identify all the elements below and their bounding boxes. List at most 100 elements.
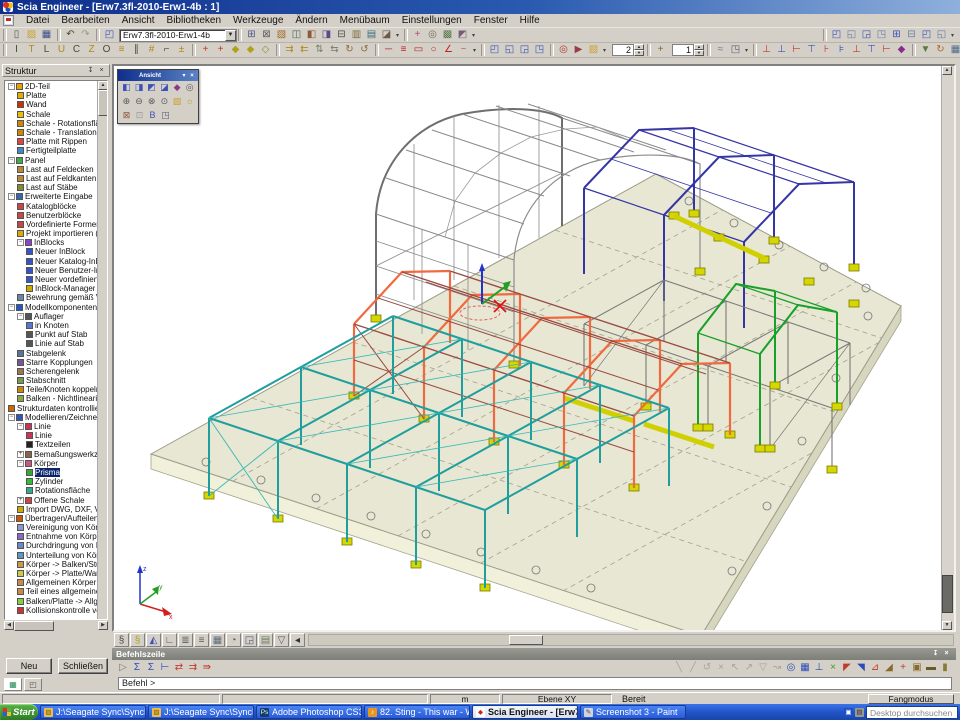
mesh-icon[interactable]: ▦	[948, 43, 960, 57]
wave-icon[interactable]: ↝	[770, 661, 784, 675]
tree-item-unterteilung-von-körp[interactable]: Unterteilung von Körp	[6, 551, 98, 560]
support-wall-icon[interactable]: ⊤	[864, 43, 879, 57]
swap-icon[interactable]: ⇅	[312, 43, 327, 57]
window-layout-4-icon[interactable]: ◳	[874, 28, 889, 42]
tree-item-vordefinierte-formen[interactable]: Vordefinierte Formen	[6, 220, 98, 229]
tree-item-teile-knoten-koppeln[interactable]: Teile/Knoten koppeln	[6, 385, 98, 394]
layer-spinner[interactable]: 1▲▼	[672, 44, 704, 56]
open-icon[interactable]: ▨	[24, 28, 39, 42]
ansicht-toolbar-header[interactable]: Ansicht ▾ ×	[118, 70, 198, 81]
menu-menübaum[interactable]: Menübaum	[334, 14, 396, 27]
tree-item-durchdringung-von-k[interactable]: Durchdringung von K	[6, 541, 98, 550]
tree-expander-icon[interactable]: +	[17, 451, 24, 458]
tree-vertical-scrollbar[interactable]: ▲	[97, 81, 107, 619]
scroll-up-icon[interactable]: ▲	[942, 66, 952, 75]
command-input[interactable]: Befehl >	[118, 677, 952, 690]
menu-bearbeiten[interactable]: Bearbeiten	[55, 14, 115, 27]
section-plane-icon[interactable]: ≣	[178, 633, 193, 647]
paper-space-icon[interactable]: ◫	[289, 28, 304, 42]
snap-grid-icon[interactable]: ▦	[798, 661, 812, 675]
tree-item-entnahme-von-körper[interactable]: Entnahme von Körper	[6, 532, 98, 541]
tree-item-zylinder[interactable]: Zylinder	[6, 477, 98, 486]
line-icon[interactable]: ─	[381, 43, 396, 57]
viewport-vertical-scrollbar[interactable]: ▲ ▼	[941, 66, 954, 630]
close-icon[interactable]: ×	[188, 73, 196, 79]
snap-point-icon[interactable]: ◎	[784, 661, 798, 675]
grid-step-icon[interactable]: +	[653, 43, 668, 57]
support-point-icon[interactable]: ⊢	[879, 43, 894, 57]
viewport-3d-model[interactable]: z x y	[114, 66, 941, 630]
tree-item-stabschnitt[interactable]: Stabschnitt	[6, 376, 98, 385]
task-explorer-1[interactable]: ▨J:\Seagate Sync\SyncRe...	[40, 705, 146, 719]
section-plate-icon[interactable]: ≡	[114, 43, 129, 57]
tree-expander-icon[interactable]: −	[8, 83, 15, 90]
printer-icon[interactable]: ▤	[855, 708, 864, 717]
chevron-down-icon[interactable]: ▼	[225, 30, 236, 41]
tree-item-starre-kopplungen[interactable]: Starre Kopplungen	[6, 358, 98, 367]
copy-icon[interactable]: ◧	[304, 28, 319, 42]
tree-expander-icon[interactable]: +	[17, 497, 24, 504]
toolbar-overflow-icon[interactable]: ▾	[470, 32, 477, 39]
tree-item-punkt-auf-stab[interactable]: Punkt auf Stab	[6, 330, 98, 339]
menu-bibliotheken[interactable]: Bibliotheken	[161, 14, 227, 27]
sum-selection-icon[interactable]: Σ	[130, 661, 144, 675]
menu-fenster[interactable]: Fenster	[468, 14, 514, 27]
tree-item-in-knoten[interactable]: in Knoten	[6, 321, 98, 330]
dock-tab-properties[interactable]: ◰	[24, 678, 42, 691]
menu-werkzeuge[interactable]: Werkzeuge	[227, 14, 289, 27]
zoom-prev-icon[interactable]: ⊙	[158, 96, 171, 108]
menu-ansicht[interactable]: Ansicht	[116, 14, 161, 27]
tri-down-icon[interactable]: ▽	[756, 661, 770, 675]
toolbar-overflow-icon[interactable]: ▾	[394, 32, 401, 39]
tree-item-strukturdaten-kontrollier[interactable]: Strukturdaten kontrollier	[6, 404, 98, 413]
circle-icon[interactable]: ○	[426, 43, 441, 57]
arc-icon[interactable]: ↺	[700, 661, 714, 675]
tree-item-bemaßungswerkzeug[interactable]: +Bemaßungswerkzeug	[6, 450, 98, 459]
task-scia[interactable]: ◆Scia Engineer - [Erw7...	[472, 705, 578, 719]
dir-ne-icon[interactable]: ↗	[742, 661, 756, 675]
tree-item-modellieren-zeichnen[interactable]: −Modellieren/Zeichnen	[6, 413, 98, 422]
support-node-icon[interactable]: ⊤	[804, 43, 819, 57]
tree-expander-icon[interactable]: −	[17, 460, 24, 467]
view-window-4-icon[interactable]: ◳	[532, 43, 547, 57]
tree-expander-icon[interactable]: −	[8, 414, 15, 421]
fly-icon[interactable]: ▶	[571, 43, 586, 57]
viewport-hscroll-thumb[interactable]	[509, 635, 543, 645]
print-icon[interactable]: ⊟	[334, 28, 349, 42]
tree-item-bewehrung-gemäß-vo[interactable]: Bewehrung gemäß Vo	[6, 293, 98, 302]
schliessen-button[interactable]: Schließen	[58, 658, 108, 674]
rotate-back-icon[interactable]: ↺	[357, 43, 372, 57]
section-grid-icon[interactable]: #	[144, 43, 159, 57]
tree-item-projekt-importieren-e[interactable]: Projekt importieren (E	[6, 229, 98, 238]
viewport-scroll-thumb[interactable]	[942, 575, 953, 613]
point-icon[interactable]: ◆	[228, 43, 243, 57]
cmd-opt-1-icon[interactable]: ▬	[924, 661, 938, 675]
section-z-icon[interactable]: Z	[84, 43, 99, 57]
tree-hscroll-thumb[interactable]	[14, 621, 54, 631]
support-slab-icon[interactable]: ⊥	[849, 43, 864, 57]
close-icon[interactable]: ×	[941, 649, 952, 659]
support-fixed-icon[interactable]: ⊥	[759, 43, 774, 57]
fangmodus-button[interactable]: Fangmodus	[868, 694, 954, 704]
tree-item-prisma[interactable]: Prisma	[6, 468, 98, 477]
window-layout-2-icon[interactable]: ◱	[844, 28, 859, 42]
section-o-icon[interactable]: O	[99, 43, 114, 57]
tree-item-scherengelenk[interactable]: Scherengelenk	[6, 367, 98, 376]
toolbar-overflow-icon[interactable]: ▾	[743, 47, 750, 54]
tree-item-linie[interactable]: −Linie	[6, 422, 98, 431]
view-side-icon[interactable]: ◨	[133, 82, 146, 94]
tree-item-fertigteilplatte[interactable]: Fertigteilplatte	[6, 146, 98, 155]
tree-item-last-auf-feldkanten[interactable]: Last auf Feldkanten	[6, 174, 98, 183]
tree-item-inblock-manager[interactable]: InBlock-Manager	[6, 284, 98, 293]
dir-nw-icon[interactable]: ↖	[728, 661, 742, 675]
view-params-icon[interactable]: B	[146, 110, 159, 122]
view-top-icon[interactable]: ◩	[145, 82, 158, 94]
curve-icon[interactable]: ~	[456, 43, 471, 57]
section-u-icon[interactable]: U	[54, 43, 69, 57]
cmd-opt-2-icon[interactable]: ▮	[938, 661, 952, 675]
view-front-icon[interactable]: ◧	[120, 82, 133, 94]
select-arrow-icon[interactable]: ▷	[116, 661, 130, 675]
tree-item-2d-teil[interactable]: −2D-Teil	[6, 82, 98, 91]
tree-item-schale-translationsf[interactable]: Schale - Translationsf	[6, 128, 98, 137]
snap-start-icon[interactable]: ◥	[854, 661, 868, 675]
